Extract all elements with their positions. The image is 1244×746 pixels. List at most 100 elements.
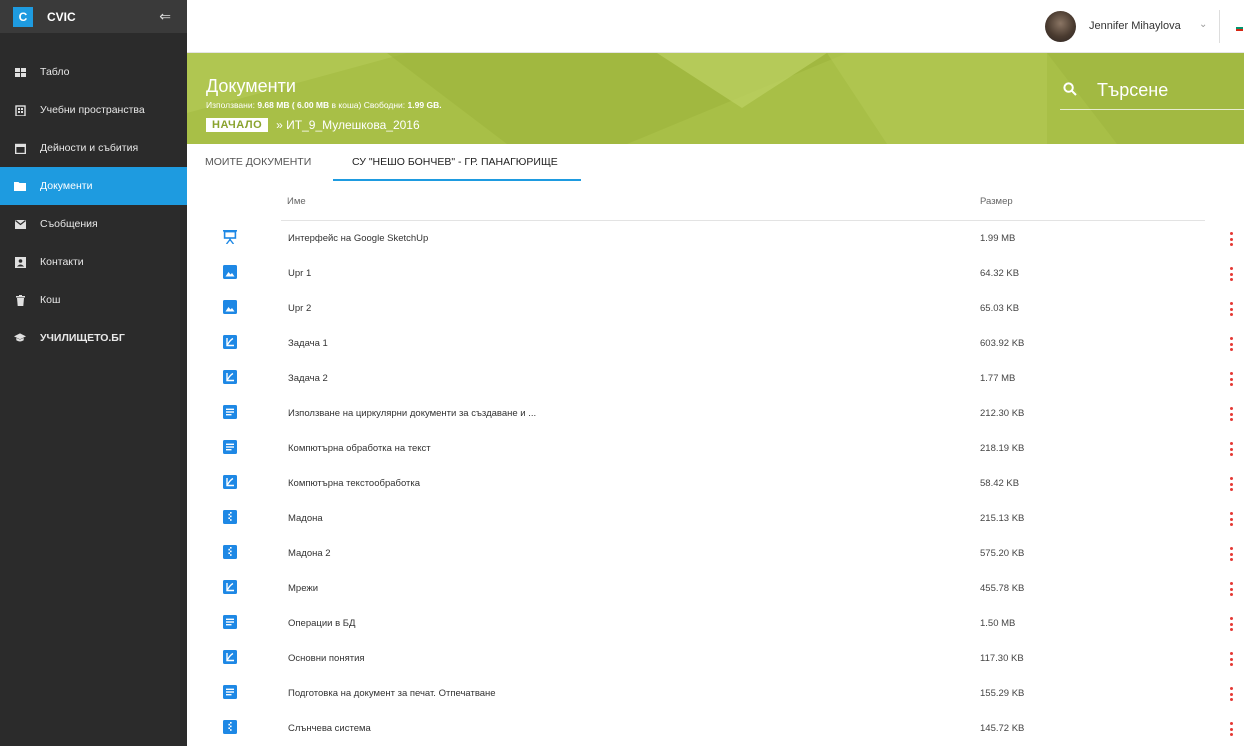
sidebar-item-trash[interactable]: Кош	[0, 281, 187, 319]
file-size: 455.78 KB	[980, 583, 1025, 594]
chevron-down-icon[interactable]: ⌄	[1199, 19, 1207, 30]
folder-icon	[14, 180, 26, 192]
app-logo[interactable]: C	[13, 6, 33, 27]
more-options-icon[interactable]	[1226, 652, 1236, 666]
dashboard-icon	[14, 66, 26, 78]
table-row[interactable]: Мрежи 455.78 KB	[187, 571, 1244, 606]
table-row[interactable]: Мадона 2 575.20 KB	[187, 536, 1244, 571]
file-size: 58.42 KB	[980, 478, 1020, 489]
more-options-icon[interactable]	[1226, 547, 1236, 561]
file-name[interactable]: Подготовка на документ за печат. Отпечат…	[288, 688, 496, 699]
file-list: Интерфейс на Google SketchUp 1.99 MB Upr 1…	[187, 221, 1244, 746]
tab-my-documents[interactable]: МОИТЕ ДОКУМЕНТИ	[205, 156, 311, 168]
sidebar-item-activities[interactable]: Дейности и събития	[0, 129, 187, 167]
trash-icon	[14, 294, 26, 306]
file-name[interactable]: Слънчева система	[288, 723, 371, 734]
more-options-icon[interactable]	[1226, 232, 1236, 246]
more-options-icon[interactable]	[1226, 477, 1236, 491]
file-size: 155.29 KB	[980, 688, 1025, 699]
more-options-icon[interactable]	[1226, 407, 1236, 421]
pdf-icon	[223, 370, 237, 384]
column-header-name[interactable]: Име	[287, 196, 306, 207]
table-row[interactable]: Основни понятия 117.30 KB	[187, 641, 1244, 676]
page-header-banner: Документи Използвани: 9.68 MB ( 6.00 MB …	[187, 53, 1244, 144]
bulgarian-flag-icon[interactable]	[1236, 25, 1243, 31]
contact-card-icon	[14, 256, 26, 268]
file-name[interactable]: Задача 1	[288, 338, 328, 349]
sidebar-item-contacts[interactable]: Контакти	[0, 243, 187, 281]
sidebar-item-learning-spaces[interactable]: Учебни пространства	[0, 91, 187, 129]
sidebar-item-documents[interactable]: Документи	[0, 167, 187, 205]
user-name[interactable]: Jennifer Mihaylova	[1089, 20, 1181, 32]
file-name[interactable]: Мадона 2	[288, 548, 331, 559]
file-size: 1.99 MB	[980, 233, 1016, 244]
more-options-icon[interactable]	[1226, 337, 1236, 351]
file-size: 215.13 KB	[980, 513, 1025, 524]
more-options-icon[interactable]	[1226, 267, 1236, 281]
file-size: 65.03 KB	[980, 303, 1020, 314]
file-name[interactable]: Използване на циркулярни документи за съ…	[288, 408, 536, 419]
more-options-icon[interactable]	[1226, 687, 1236, 701]
more-options-icon[interactable]	[1226, 512, 1236, 526]
presentation-icon	[223, 230, 237, 244]
column-header-size[interactable]: Размер	[980, 196, 1013, 207]
table-row[interactable]: Задача 2 1.77 MB	[187, 361, 1244, 396]
sidebar-item-label: Съобщения	[40, 218, 98, 230]
more-options-icon[interactable]	[1226, 722, 1236, 736]
sidebar: C CVIC ⇐ Табло Учебни пространства Дейно…	[0, 0, 187, 746]
avatar[interactable]	[1045, 11, 1076, 42]
table-row[interactable]: Слънчева система 145.72 KB	[187, 711, 1244, 746]
sidebar-item-uchilishteto[interactable]: УЧИЛИЩЕТО.БГ	[0, 319, 187, 357]
table-row[interactable]: Upr 2 65.03 KB	[187, 291, 1244, 326]
table-row[interactable]: Интерфейс на Google SketchUp 1.99 MB	[187, 221, 1244, 256]
table-row[interactable]: Операции в БД 1.50 MB	[187, 606, 1244, 641]
more-options-icon[interactable]	[1226, 442, 1236, 456]
file-size: 212.30 KB	[980, 408, 1025, 419]
sidebar-item-dashboard[interactable]: Табло	[0, 53, 187, 91]
table-row[interactable]: Мадона 215.13 KB	[187, 501, 1244, 536]
breadcrumb-home[interactable]: НАЧАЛО	[206, 118, 269, 132]
file-name[interactable]: Upr 1	[288, 268, 311, 279]
breadcrumb-current[interactable]: » ИТ_9_Мулешкова_2016	[276, 118, 420, 132]
pdf-icon	[223, 335, 237, 349]
more-options-icon[interactable]	[1226, 372, 1236, 386]
file-size: 117.30 KB	[980, 653, 1024, 664]
file-name[interactable]: Компютърна обработка на текст	[288, 443, 431, 454]
file-name[interactable]: Компютърна текстообработка	[288, 478, 420, 489]
table-row[interactable]: Upr 1 64.32 KB	[187, 256, 1244, 291]
sidebar-header: C CVIC ⇐	[0, 0, 187, 33]
file-name[interactable]: Upr 2	[288, 303, 311, 314]
more-options-icon[interactable]	[1226, 302, 1236, 316]
file-name[interactable]: Интерфейс на Google SketchUp	[288, 233, 428, 244]
calendar-icon	[14, 142, 26, 154]
sidebar-item-messages[interactable]: Съобщения	[0, 205, 187, 243]
free-value: 1.99 GB.	[407, 100, 442, 110]
sidebar-item-label: УЧИЛИЩЕТО.БГ	[40, 332, 125, 344]
app-name[interactable]: CVIC	[47, 10, 76, 24]
document-icon	[223, 405, 237, 419]
more-options-icon[interactable]	[1226, 617, 1236, 631]
table-row[interactable]: Задача 1 603.92 KB	[187, 326, 1244, 361]
archive-icon	[223, 510, 237, 524]
table-row[interactable]: Подготовка на документ за печат. Отпечат…	[187, 676, 1244, 711]
sidebar-item-label: Документи	[40, 180, 93, 192]
file-name[interactable]: Задача 2	[288, 373, 328, 384]
file-name[interactable]: Мадона	[288, 513, 323, 524]
tab-school-documents[interactable]: СУ "НЕШО БОНЧЕВ" - ГР. ПАНАГЮРИЩЕ	[352, 156, 558, 168]
mail-icon	[14, 218, 26, 230]
image-icon	[223, 265, 237, 279]
file-name[interactable]: Основни понятия	[288, 653, 365, 664]
file-name[interactable]: Мрежи	[288, 583, 318, 594]
file-name[interactable]: Операции в БД	[288, 618, 355, 629]
file-size: 218.19 KB	[980, 443, 1025, 454]
table-row[interactable]: Компютърна текстообработка 58.42 KB	[187, 466, 1244, 501]
table-row[interactable]: Компютърна обработка на текст 218.19 KB	[187, 431, 1244, 466]
document-tabs: МОИТЕ ДОКУМЕНТИ СУ "НЕШО БОНЧЕВ" - ГР. П…	[187, 144, 1244, 182]
active-tab-indicator	[333, 179, 581, 181]
used-label: Използвани:	[206, 100, 255, 110]
collapse-sidebar-icon[interactable]: ⇐	[159, 8, 171, 25]
table-row[interactable]: Използване на циркулярни документи за съ…	[187, 396, 1244, 431]
more-options-icon[interactable]	[1226, 582, 1236, 596]
search-box[interactable]: Търсене	[1060, 73, 1244, 110]
search-input[interactable]: Търсене	[1097, 80, 1168, 101]
